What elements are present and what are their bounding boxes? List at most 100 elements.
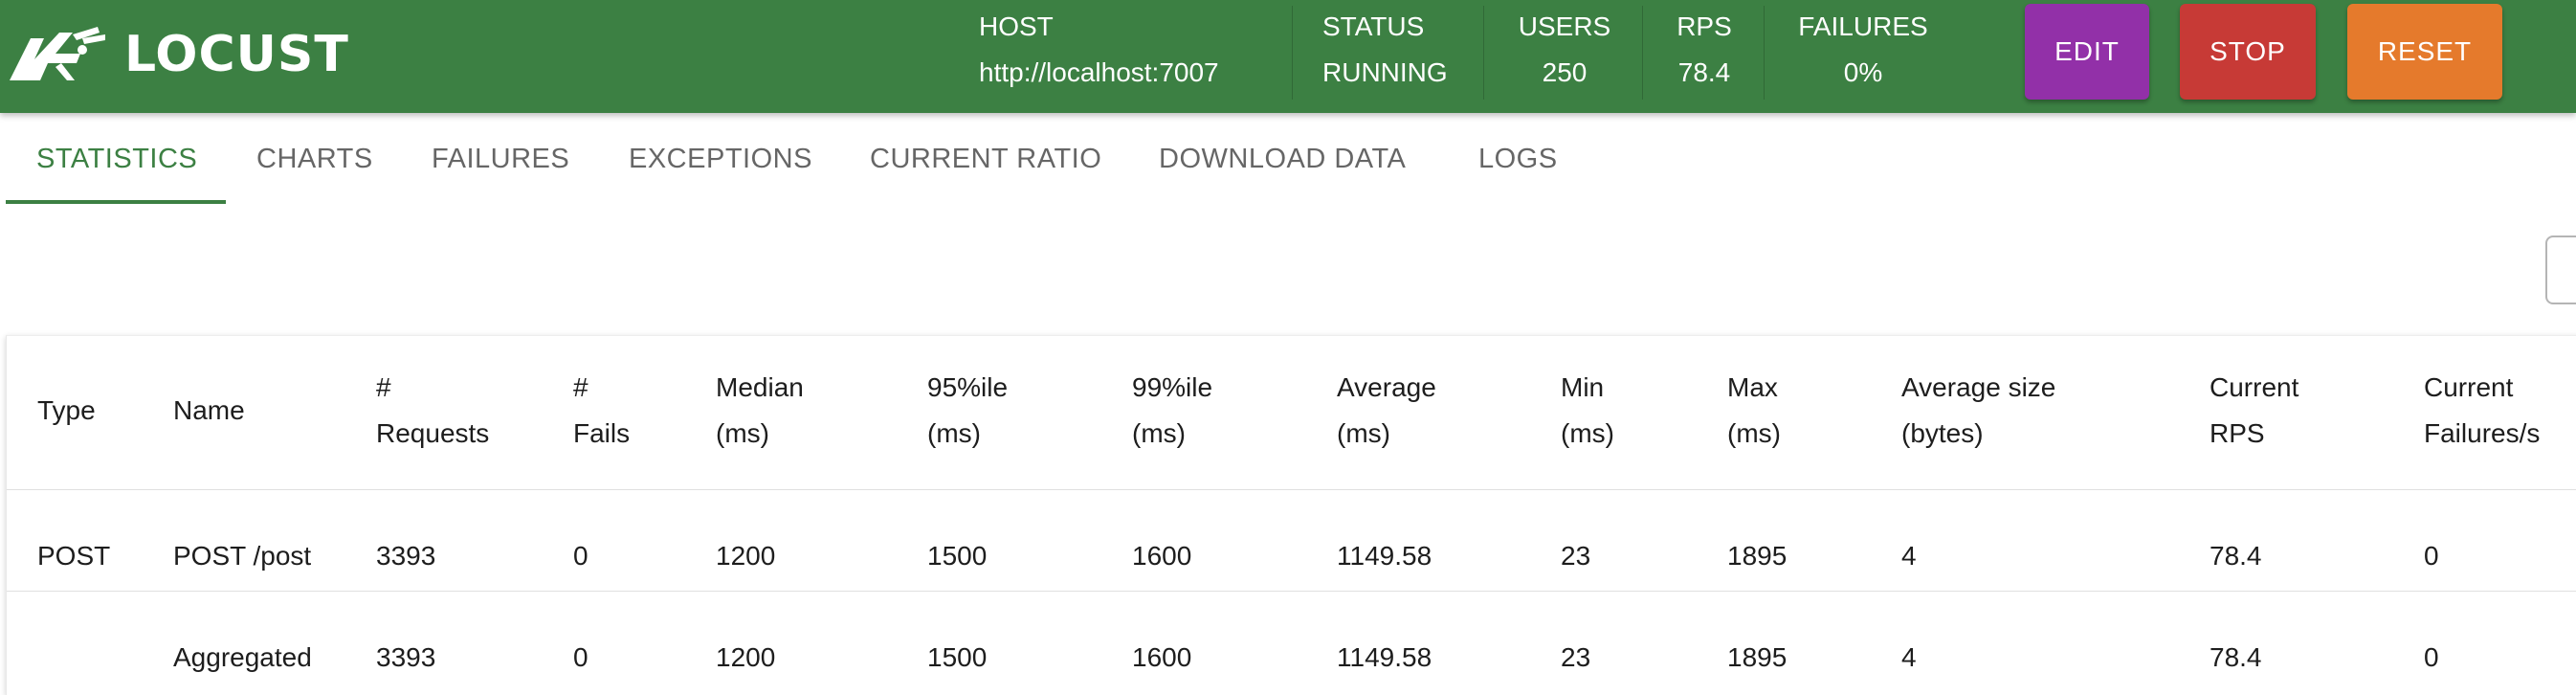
tab-statistics[interactable]: STATISTICS: [36, 113, 197, 205]
tab-charts[interactable]: CHARTS: [256, 113, 373, 205]
column-header-line: RPS: [2210, 418, 2265, 448]
table-cell: 1895: [1727, 541, 1788, 571]
column-header-line: (ms): [1337, 418, 1390, 448]
stat-users-value: 250: [1542, 57, 1588, 87]
stat-status: STATUS RUNNING: [1322, 0, 1466, 113]
tab-bar: STATISTICS CHARTS FAILURES EXCEPTIONS CU…: [0, 113, 2576, 205]
edit-button[interactable]: EDIT: [2025, 4, 2149, 100]
column-header-min[interactable]: Min (ms): [1561, 365, 1614, 457]
column-header-line: Requests: [376, 418, 490, 448]
stat-divider: [1764, 6, 1765, 100]
table-cell: 1895: [1727, 642, 1788, 672]
table-cell: 1200: [716, 642, 776, 672]
column-header-max[interactable]: Max (ms): [1727, 365, 1781, 457]
column-header-line: Name: [173, 395, 245, 425]
column-header-fails[interactable]: # Fails: [573, 365, 630, 457]
column-header-name[interactable]: Name: [173, 388, 245, 434]
locust-logo[interactable]: LOCUST: [6, 25, 349, 84]
stat-rps: RPS 78.4: [1661, 0, 1747, 113]
row-divider: [7, 489, 2576, 490]
stat-rps-value: 78.4: [1677, 57, 1731, 87]
column-header-type[interactable]: Type: [37, 388, 96, 434]
tab-exceptions[interactable]: EXCEPTIONS: [629, 113, 812, 205]
statistics-table: Type Name # Requests # Fails Median (ms)…: [6, 335, 2576, 695]
table-cell: 78.4: [2210, 642, 2262, 672]
table-cell: Aggregated: [173, 642, 312, 672]
column-header-line: #: [573, 372, 588, 402]
column-header-current-failures[interactable]: Current Failures/s: [2424, 365, 2540, 457]
stat-failures-value: 0%: [1843, 57, 1883, 87]
column-header-line: Type: [37, 395, 96, 425]
column-header-requests[interactable]: # Requests: [376, 365, 489, 457]
stat-divider: [1642, 6, 1643, 100]
column-header-line: Max: [1727, 372, 1778, 402]
column-header-current-rps[interactable]: Current RPS: [2210, 365, 2298, 457]
column-header-line: 99%ile: [1132, 372, 1213, 402]
tab-logs[interactable]: LOGS: [1478, 113, 1558, 205]
table-cell: 3393: [376, 541, 436, 571]
row-divider: [7, 591, 2576, 592]
stop-button[interactable]: STOP: [2180, 4, 2316, 100]
table-cell: POST /post: [173, 541, 312, 571]
table-cell: 23: [1561, 541, 1591, 571]
column-header-line: (ms): [716, 418, 769, 448]
top-navbar: LOCUST HOST http://localhost:7007 STATUS…: [0, 0, 2576, 113]
column-header-line: (bytes): [1901, 418, 1984, 448]
stat-failures: FAILURES 0%: [1789, 0, 1937, 113]
column-header-line: (ms): [1727, 418, 1781, 448]
column-header-median[interactable]: Median (ms): [716, 365, 804, 457]
table-cell: 4: [1901, 541, 1917, 571]
table-cell: 1200: [716, 541, 776, 571]
tab-current-ratio[interactable]: CURRENT RATIO: [870, 113, 1101, 205]
column-header-line: Median: [716, 372, 804, 402]
edge-select-box[interactable]: [2545, 235, 2576, 304]
logo-wordmark: LOCUST: [124, 26, 349, 83]
table-cell: 4: [1901, 642, 1917, 672]
stat-host-label: HOST: [979, 11, 1054, 41]
grasshopper-logo-icon: [10, 27, 105, 80]
tab-failures[interactable]: FAILURES: [432, 113, 569, 205]
table-cell: POST: [37, 541, 111, 571]
column-header-average[interactable]: Average (ms): [1337, 365, 1436, 457]
table-cell: 1149.58: [1337, 642, 1432, 672]
column-header-line: Failures/s: [2424, 418, 2541, 448]
stat-host: HOST http://localhost:7007: [979, 0, 1285, 113]
column-header-line: (ms): [1561, 418, 1614, 448]
table-cell: 78.4: [2210, 541, 2262, 571]
stat-users: USERS 250: [1502, 0, 1627, 113]
column-header-line: 95%ile: [927, 372, 1009, 402]
column-header-line: Fails: [573, 418, 631, 448]
column-header-line: #: [376, 372, 391, 402]
stat-failures-label: FAILURES: [1798, 11, 1928, 41]
column-header-line: Current: [2210, 372, 2299, 402]
stat-status-label: STATUS: [1322, 11, 1425, 41]
table-cell: 0: [2424, 642, 2439, 672]
active-tab-indicator: [6, 200, 226, 204]
stat-divider: [1292, 6, 1293, 100]
stat-divider: [1483, 6, 1484, 100]
table-cell: 1149.58: [1337, 541, 1432, 571]
table-cell: 0: [573, 541, 588, 571]
table-cell: 0: [573, 642, 588, 672]
column-header-line: Min: [1561, 372, 1605, 402]
table-cell: 3393: [376, 642, 436, 672]
stat-host-value: http://localhost:7007: [979, 57, 1219, 87]
column-header-99-percentile[interactable]: 99%ile (ms): [1132, 365, 1212, 457]
reset-button[interactable]: RESET: [2347, 4, 2502, 100]
table-cell: 1600: [1132, 642, 1192, 672]
column-header-line: (ms): [927, 418, 981, 448]
table-cell: 0: [2424, 541, 2439, 571]
table-cell: 23: [1561, 642, 1591, 672]
stat-status-value: RUNNING: [1322, 57, 1448, 87]
column-header-95-percentile[interactable]: 95%ile (ms): [927, 365, 1008, 457]
table-cell: 1500: [927, 541, 988, 571]
column-header-line: Average: [1337, 372, 1436, 402]
stat-rps-label: RPS: [1677, 11, 1732, 41]
column-header-line: (ms): [1132, 418, 1186, 448]
table-cell: 1600: [1132, 541, 1192, 571]
column-header-average-size[interactable]: Average size (bytes): [1901, 365, 2055, 457]
table-cell: 1500: [927, 642, 988, 672]
stat-users-label: USERS: [1518, 11, 1611, 41]
column-header-line: Current: [2424, 372, 2514, 402]
tab-download-data[interactable]: DOWNLOAD DATA: [1159, 113, 1406, 205]
